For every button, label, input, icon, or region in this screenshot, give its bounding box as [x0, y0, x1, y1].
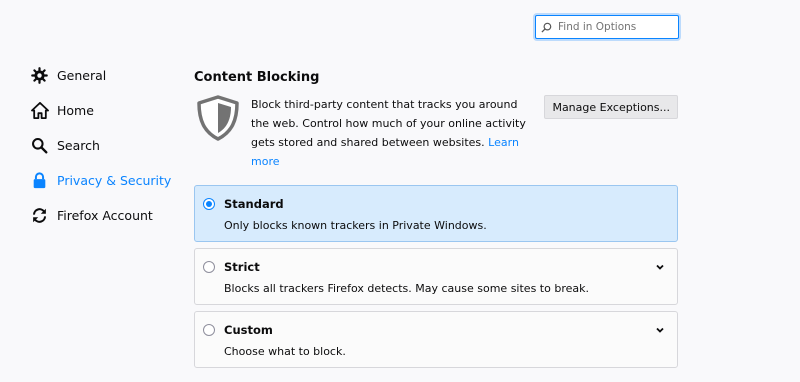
sidebar-item-home[interactable]: Home: [30, 93, 190, 128]
option-standard[interactable]: Standard Only blocks known trackers in P…: [194, 185, 678, 242]
manage-exceptions-button[interactable]: Manage Exceptions...: [544, 95, 678, 119]
sidebar-item-label: Search: [57, 138, 100, 153]
sidebar-item-search[interactable]: Search: [30, 128, 190, 163]
description-text: Block third-party content that tracks yo…: [251, 98, 526, 149]
strict-radio[interactable]: [203, 261, 215, 273]
radio-selected-dot: [206, 201, 212, 207]
sidebar-item-label: Privacy & Security: [57, 173, 172, 188]
custom-radio[interactable]: [203, 324, 215, 336]
option-description: Choose what to block.: [224, 345, 346, 358]
option-description: Blocks all trackers Firefox detects. May…: [224, 282, 589, 295]
option-custom[interactable]: Custom Choose what to block.: [194, 311, 678, 368]
standard-radio[interactable]: [203, 198, 215, 210]
shield-icon: [196, 95, 240, 141]
option-strict[interactable]: Strict Blocks all trackers Firefox detec…: [194, 248, 678, 305]
content-blocking-description: Block third-party content that tracks yo…: [251, 95, 536, 171]
section-title: Content Blocking: [194, 70, 320, 85]
chevron-down-icon[interactable]: [655, 324, 665, 334]
search-placeholder: Find in Options: [558, 21, 637, 33]
gear-icon: [30, 66, 49, 85]
sidebar-item-label: General: [57, 68, 107, 83]
chevron-down-icon[interactable]: [655, 261, 665, 271]
sidebar-item-privacy-security[interactable]: Privacy & Security: [30, 163, 190, 198]
search-options-field[interactable]: Find in Options: [535, 15, 679, 39]
sidebar-item-firefox-account[interactable]: Firefox Account: [30, 198, 190, 233]
option-description: Only blocks known trackers in Private Wi…: [224, 219, 487, 232]
option-title: Custom: [224, 323, 273, 337]
sidebar-item-label: Firefox Account: [57, 208, 153, 223]
search-icon: [541, 20, 555, 34]
sync-icon: [30, 206, 49, 225]
home-icon: [30, 101, 49, 120]
lock-icon: [30, 171, 49, 190]
search-icon: [30, 136, 49, 155]
sidebar: General Home Search Privacy & Security F…: [30, 58, 190, 233]
content-blocking-intro: Block third-party content that tracks yo…: [194, 95, 678, 171]
option-title: Strict: [224, 260, 260, 274]
sidebar-item-general[interactable]: General: [30, 58, 190, 93]
content-blocking-section: Content Blocking Block third-party conte…: [194, 70, 678, 374]
option-title: Standard: [224, 197, 284, 211]
sidebar-item-label: Home: [57, 103, 94, 118]
